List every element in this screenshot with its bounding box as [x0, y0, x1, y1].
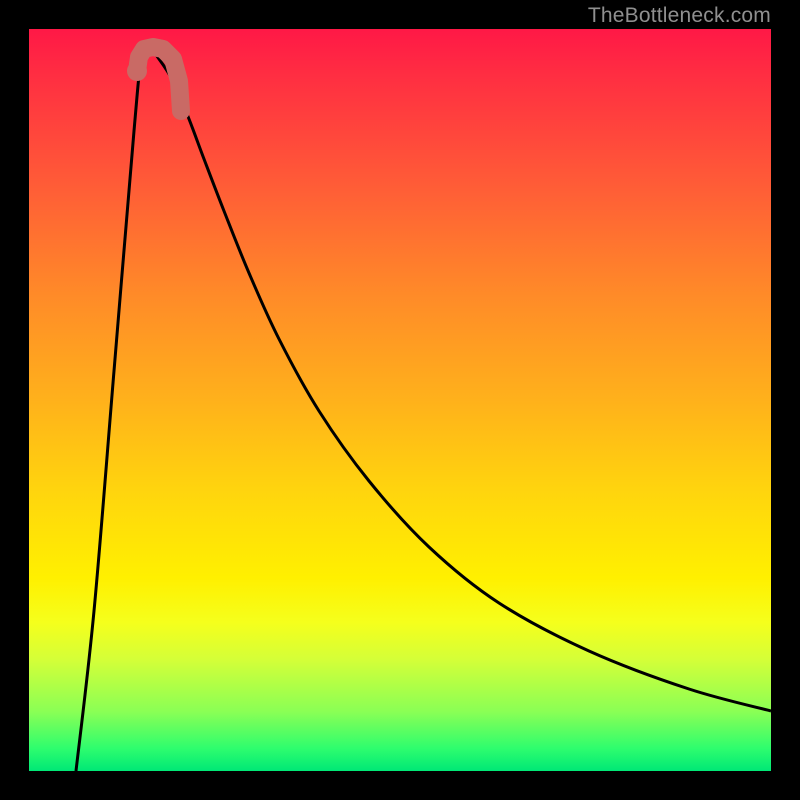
plot-area [29, 29, 771, 771]
j-marker-dot [127, 61, 147, 81]
watermark-text: TheBottleneck.com [588, 4, 771, 28]
bottleneck-curve [76, 49, 771, 771]
j-marker [137, 47, 181, 111]
chart-frame: TheBottleneck.com [0, 0, 800, 800]
chart-svg [29, 29, 771, 771]
